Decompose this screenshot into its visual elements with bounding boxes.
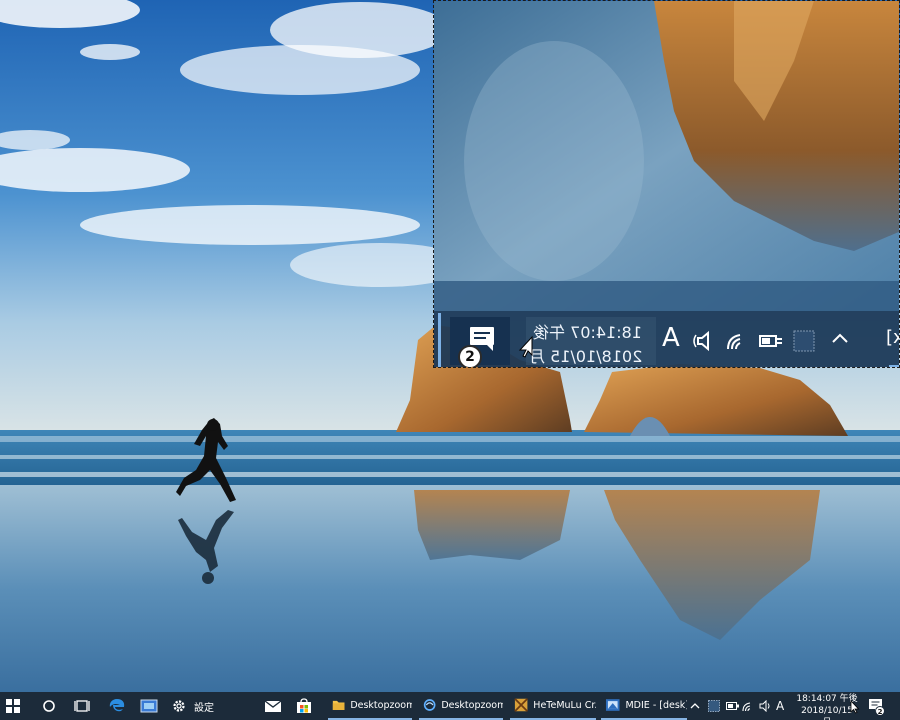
chevron-up-icon — [690, 703, 700, 709]
mdie-app-icon — [605, 699, 620, 711]
store-icon — [297, 698, 311, 713]
folder-icon — [332, 700, 345, 710]
zoomed-chevron-up-icon[interactable] — [830, 329, 850, 349]
zoomed-accent-line — [438, 313, 441, 367]
edge-icon — [109, 699, 125, 712]
tray-app-icon — [708, 700, 720, 712]
task-view-button[interactable] — [74, 692, 96, 720]
taskbar-app-label: Desktopzoom... — [350, 699, 412, 711]
zoomed-date-text: 2018/10/15 月 — [528, 347, 642, 366]
tray-app-button[interactable] — [708, 692, 724, 720]
cortana-circle-icon — [43, 700, 55, 712]
clock-date: 2018/10/15 月 — [801, 706, 853, 720]
zoomed-taskbar-tray: 2 18:14:07 午後 2018/10/15 月 A [ — [434, 311, 899, 367]
taskbar-app-label: HeTeMuLu Cr... — [533, 699, 596, 711]
zoomed-battery-icon[interactable] — [758, 329, 784, 353]
zoomed-message-icon — [470, 327, 494, 345]
zoom-magnifier-window[interactable]: 2 18:14:07 午後 2018/10/15 月 A [ — [433, 0, 900, 368]
zoomed-notification-badge: 2 — [458, 345, 482, 367]
zoomed-edge-glyph: [x — [886, 327, 899, 348]
action-center-button[interactable]: 2 — [866, 692, 892, 720]
windows-logo-icon — [6, 699, 20, 713]
network-button[interactable] — [742, 692, 756, 720]
wifi-icon — [742, 702, 751, 712]
zoomed-wallpaper-region — [434, 1, 899, 311]
store-taskbar-button[interactable] — [296, 692, 320, 720]
show-hidden-icons-button[interactable] — [690, 692, 706, 720]
ime-indicator[interactable]: A — [776, 692, 790, 720]
volume-button[interactable] — [758, 692, 774, 720]
taskbar: 設定 Desktopzoom... Desktopzoom... — [0, 692, 900, 720]
edge-taskbar-button[interactable] — [108, 692, 132, 720]
mouse-cursor-icon — [850, 700, 860, 714]
zoomed-volume-icon[interactable] — [692, 329, 718, 353]
screenshot-tool-taskbar-button[interactable] — [140, 692, 164, 720]
taskbar-app-label: Desktopzoom... — [441, 699, 503, 711]
battery-button[interactable] — [726, 692, 742, 720]
taskbar-app-label: MDIE - [desk] — [625, 699, 687, 711]
taskbar-app-desktopzoom-folder[interactable]: Desktopzoom... — [328, 692, 412, 720]
zoomed-ime-indicator[interactable]: A — [662, 323, 680, 353]
action-center-icon: 2 — [869, 699, 885, 716]
zoomed-clock[interactable]: 18:14:07 午後 2018/10/15 月 — [526, 317, 656, 366]
clock-time: 18:14:07 午後 — [796, 694, 858, 704]
taskbar-app-hetemulu[interactable]: HeTeMuLu Cr... — [510, 692, 596, 720]
desktopzoom-app-icon — [423, 699, 436, 711]
settings-label: 設定 — [194, 702, 214, 714]
settings-taskbar-button[interactable]: 設定 — [172, 692, 220, 720]
zoomed-app-tray-icon[interactable] — [792, 329, 816, 353]
mail-taskbar-button[interactable] — [264, 692, 288, 720]
notification-count: 2 — [878, 708, 883, 716]
task-view-icon — [74, 700, 90, 712]
start-button[interactable] — [6, 692, 32, 720]
mail-icon — [264, 700, 282, 712]
screenshot-tool-icon — [140, 699, 158, 713]
taskbar-app-desktopzoom[interactable]: Desktopzoom... — [419, 692, 503, 720]
zoomed-action-center-button[interactable]: 2 — [450, 317, 510, 367]
taskbar-app-mdie[interactable]: MDIE - [desk] — [601, 692, 687, 720]
battery-icon — [726, 702, 739, 710]
zoomed-wifi-icon[interactable] — [724, 329, 748, 353]
zoomed-time-text: 18:14:07 午後 — [533, 323, 642, 342]
gear-icon — [173, 700, 185, 712]
clock[interactable]: 18:14:07 午後 2018/10/15 月 — [796, 693, 858, 720]
volume-icon — [759, 700, 770, 712]
zoomed-mouse-cursor-icon — [518, 335, 533, 358]
hetemulu-app-icon — [514, 698, 529, 712]
cortana-button[interactable] — [42, 692, 62, 720]
